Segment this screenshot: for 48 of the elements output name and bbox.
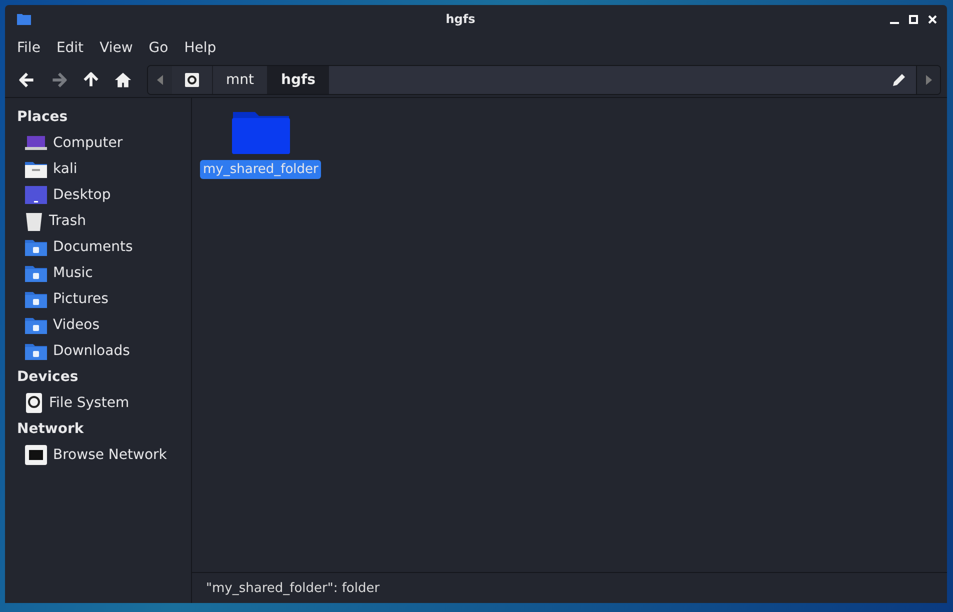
back-arrow-icon [18, 71, 36, 89]
sidebar-item[interactable]: Downloads [53, 343, 130, 359]
maximize-icon[interactable] [909, 14, 918, 24]
caret-right-icon [926, 75, 932, 85]
path-button[interactable]: mnt [213, 66, 268, 94]
root-path-button[interactable] [172, 66, 213, 94]
up-arrow-icon [82, 71, 100, 89]
sidebar-item[interactable]: kali [53, 161, 78, 177]
sidebar-item[interactable]: Desktop [53, 187, 111, 203]
sidebar-item[interactable]: File System [49, 395, 130, 411]
sidebar-item[interactable]: Computer [53, 135, 123, 151]
sidebar-heading: Devices [17, 368, 80, 387]
desktop-icon [25, 186, 47, 204]
downloads-folder-icon [25, 342, 47, 360]
network-port-icon [25, 445, 47, 465]
caret-left-icon [157, 75, 163, 85]
folder-icon [17, 14, 31, 24]
menu-item[interactable]: Edit [48, 40, 92, 56]
sidebar-item[interactable]: Pictures [53, 291, 108, 307]
sidebar-item[interactable]: Browse Network [53, 447, 167, 463]
window-title: hgfs [446, 12, 476, 26]
drive-icon [25, 393, 43, 413]
trash-icon [25, 211, 43, 231]
status-text: "my_shared_folder": folder [206, 580, 380, 596]
menu-item[interactable]: File [9, 40, 48, 56]
sidebar-heading: Places [17, 108, 69, 127]
menu-item[interactable]: Help [176, 40, 224, 56]
pictures-folder-icon [25, 290, 47, 308]
documents-folder-icon [25, 238, 47, 256]
sidebar-item[interactable]: Trash [49, 213, 86, 229]
pencil-icon[interactable] [892, 73, 906, 87]
sidebar-item[interactable]: Music [53, 265, 93, 281]
home-icon [114, 71, 132, 89]
menu-item[interactable]: View [92, 40, 141, 56]
scroll-right-button[interactable] [916, 66, 940, 94]
sidebar-heading: Network [17, 420, 85, 439]
menu-item[interactable]: Go [140, 40, 176, 56]
music-folder-icon [25, 264, 47, 282]
path-button[interactable]: hgfs [268, 66, 330, 94]
drive-icon [185, 73, 199, 87]
home-folder-icon [25, 160, 47, 178]
laptop-icon [25, 136, 47, 150]
videos-folder-icon [25, 316, 47, 334]
close-icon[interactable] [928, 14, 937, 24]
scroll-left-button[interactable] [148, 66, 172, 94]
forward-arrow-icon [50, 71, 68, 89]
sidebar-item[interactable]: Documents [53, 239, 133, 255]
sidebar-item[interactable]: Videos [53, 317, 100, 333]
